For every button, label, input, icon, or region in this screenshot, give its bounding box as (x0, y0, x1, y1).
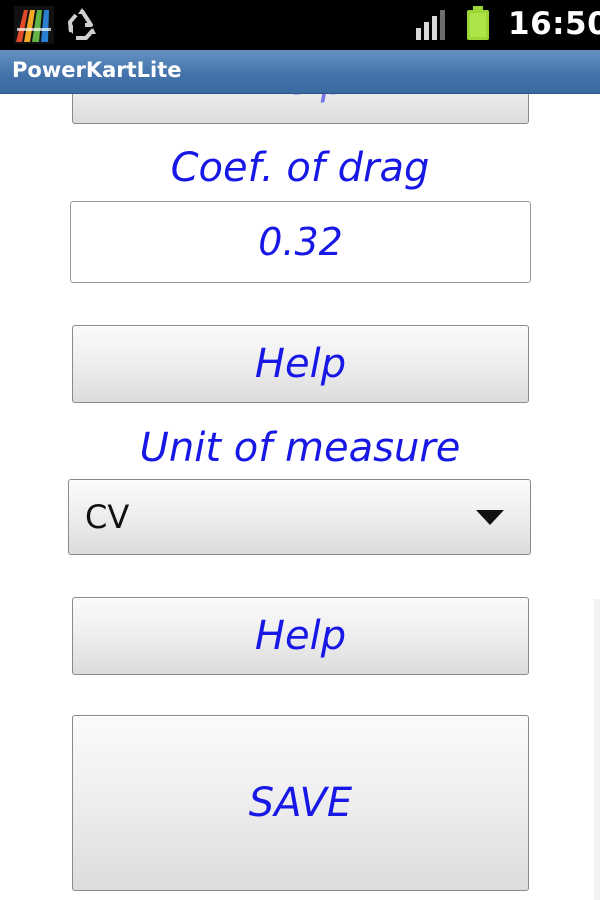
signal-icon (416, 10, 445, 40)
drag-coefficient-input[interactable] (70, 201, 531, 283)
unit-of-measure-select[interactable]: CV (68, 479, 531, 555)
unit-selected-value: CV (85, 498, 130, 536)
drag-help-button[interactable]: Help (72, 325, 529, 403)
app-logo-icon (14, 6, 54, 44)
help-button-partial[interactable]: Help (72, 94, 529, 124)
dropdown-arrow-icon (476, 510, 504, 525)
unit-help-button[interactable]: Help (72, 597, 529, 675)
title-bar: PowerKartLite (0, 50, 600, 94)
battery-icon (467, 6, 489, 40)
drag-coefficient-label: Coef. of drag (170, 145, 430, 191)
help-button-label: Help (254, 613, 347, 659)
help-button-label: Help (254, 341, 347, 387)
status-bar: 16:50 (0, 0, 600, 50)
help-button-label: Help (255, 94, 346, 104)
recycle-icon (68, 8, 96, 40)
save-button-label: SAVE (248, 780, 353, 826)
status-clock: 16:50 (508, 6, 600, 42)
settings-form[interactable]: Help Coef. of drag Help Unit of measure … (0, 94, 600, 900)
unit-of-measure-label: Unit of measure (139, 425, 461, 471)
app-title: PowerKartLite (12, 58, 182, 82)
scroll-edge (594, 599, 600, 900)
save-button[interactable]: SAVE (72, 715, 529, 891)
